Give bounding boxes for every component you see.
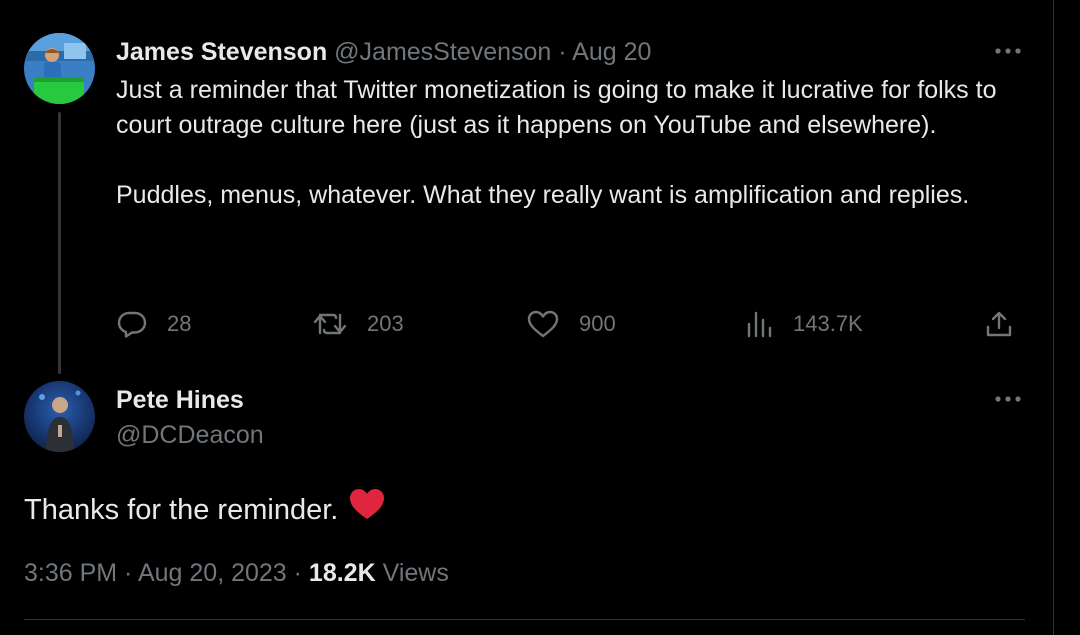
parent-author-handle[interactable]: @JamesStevenson: [334, 38, 551, 66]
views-button[interactable]: 143.7K: [745, 307, 863, 341]
main-author-name[interactable]: Pete Hines: [116, 384, 244, 416]
views-count: 143.7K: [793, 311, 863, 336]
tweet-views-count: 18.2K: [308, 559, 376, 587]
retweet-count: 203: [367, 311, 404, 336]
heart-emoji-icon: [348, 487, 386, 532]
reply-icon: [117, 311, 147, 338]
like-count: 900: [579, 311, 616, 336]
main-author-avatar[interactable]: [24, 381, 95, 452]
parent-tweet-text: Just a reminder that Twitter monetizatio…: [116, 73, 1006, 213]
parent-more-button[interactable]: [988, 39, 1028, 63]
main-tweet-text: Thanks for the reminder.: [24, 487, 386, 532]
section-divider: [24, 619, 1025, 620]
main-more-button[interactable]: [988, 387, 1028, 411]
tweet-time[interactable]: 3:36 PM: [24, 559, 117, 587]
parent-tweet-date[interactable]: Aug 20: [572, 38, 651, 66]
tweet-metadata: 3:36 PM · Aug 20, 2023 · 18.2K Views: [24, 556, 449, 590]
tweet-date[interactable]: Aug 20, 2023: [138, 559, 287, 587]
meta-separator: ·: [286, 559, 309, 587]
main-tweet-body: Thanks for the reminder.: [24, 493, 339, 526]
parent-tweet-paragraph: Just a reminder that Twitter monetizatio…: [116, 76, 997, 139]
reply-count: 28: [167, 311, 192, 336]
share-icon: [986, 311, 1012, 337]
retweet-icon: [313, 313, 347, 335]
header-separator: ·: [551, 38, 573, 66]
column-divider: [1053, 0, 1054, 635]
parent-tweet-header: James Stevenson @JamesStevenson · Aug 20: [116, 36, 651, 68]
meta-separator: ·: [117, 559, 138, 587]
parent-tweet-paragraph: Puddles, menus, whatever. What they real…: [116, 181, 970, 209]
tweet-views-label: Views: [382, 559, 449, 587]
parent-author-name[interactable]: James Stevenson: [116, 38, 327, 66]
views-icon: [747, 311, 772, 338]
parent-author-avatar[interactable]: [24, 33, 95, 104]
more-icon: [995, 48, 1021, 54]
thread-connector-line: [58, 112, 61, 374]
reply-button[interactable]: 28: [117, 307, 191, 341]
share-button[interactable]: [985, 307, 1013, 341]
main-author-handle[interactable]: @DCDeacon: [116, 419, 264, 451]
retweet-button[interactable]: 203: [313, 307, 404, 341]
like-icon: [527, 310, 559, 338]
like-button[interactable]: 900: [527, 307, 616, 341]
more-icon: [995, 396, 1021, 402]
